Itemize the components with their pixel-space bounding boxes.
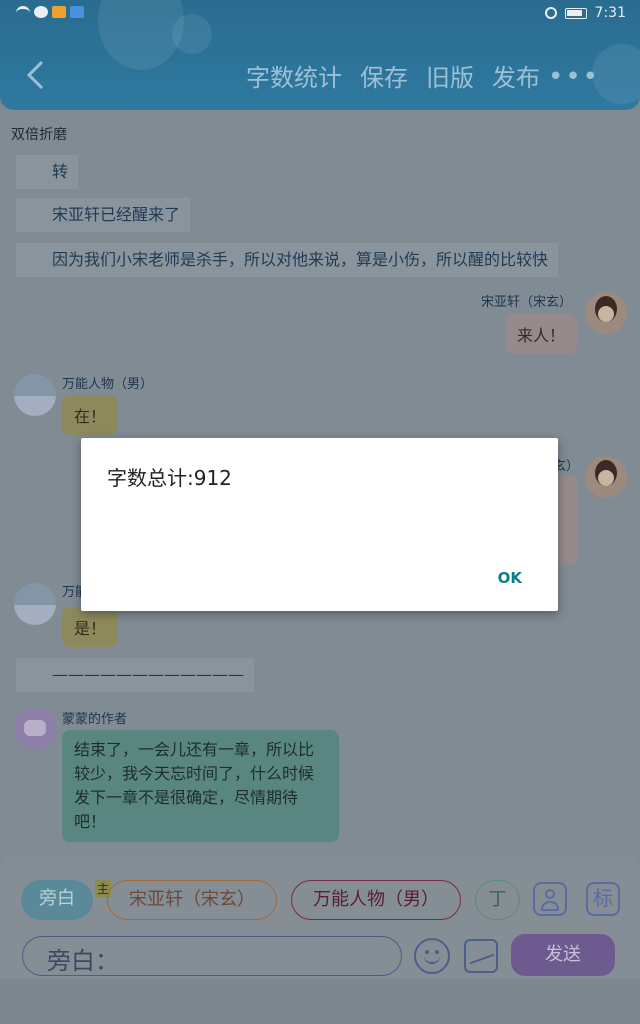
label-icon[interactable]: 标 (586, 882, 620, 916)
avatar[interactable] (14, 583, 56, 625)
search-app-icon (70, 6, 84, 18)
app-header: 7:31 字数统计 保存 旧版 发布 ••• (0, 0, 640, 110)
save-button[interactable]: 保存 (360, 58, 408, 93)
message-bubble[interactable]: 是！ (62, 607, 119, 647)
chip-character-universal[interactable]: 万能人物（男） (291, 880, 461, 920)
wechat-icon (34, 6, 48, 18)
narration-line[interactable]: 因为我们小宋老师是杀手，所以对他来说，算是小伤，所以醒的比较快 (16, 243, 559, 277)
chip-character-ding[interactable]: 丁 (475, 880, 520, 920)
dialog-message: 字数总计:912 (107, 466, 232, 490)
story-title: 双倍折磨 (11, 127, 67, 143)
message-bubble[interactable]: 在！ (62, 395, 119, 435)
author-message[interactable]: 结束了，一会儿还有一章，所以比较少，我今天忘时间了，什么时候发下一章不是很确定，… (62, 730, 339, 842)
chip-narrator[interactable]: 旁白 (21, 880, 93, 920)
image-icon[interactable] (464, 939, 498, 973)
ok-button[interactable]: OK (498, 569, 522, 587)
message-input[interactable]: 旁白： (22, 936, 402, 976)
wifi-icon (16, 6, 30, 18)
speaker-name: 万能人物（男） (62, 377, 154, 392)
emoji-icon[interactable] (414, 938, 450, 974)
battery-icon (564, 7, 587, 19)
author-avatar[interactable] (14, 708, 56, 750)
toolbar: 字数统计 保存 旧版 发布 (246, 58, 540, 93)
narration-line[interactable]: 转 (16, 155, 79, 189)
old-version-button[interactable]: 旧版 (426, 58, 474, 93)
word-count-dialog: 字数总计:912 OK (81, 438, 558, 611)
message-bubble[interactable]: 来人！ (505, 314, 578, 354)
status-time: 7:31 (594, 5, 626, 21)
avatar[interactable] (14, 374, 56, 416)
publish-button[interactable]: 发布 (492, 58, 540, 93)
chip-character-song[interactable]: 宋亚轩（宋玄） (107, 880, 277, 920)
app-icon (52, 6, 66, 18)
send-button[interactable]: 发送 (511, 934, 615, 976)
character-icon[interactable] (533, 882, 567, 916)
speaker-name: 宋亚轩（宋玄） (481, 295, 573, 310)
word-count-button[interactable]: 字数统计 (246, 58, 342, 93)
avatar[interactable] (585, 456, 627, 498)
back-arrow-icon[interactable] (22, 58, 50, 92)
status-bar: 7:31 (0, 0, 640, 28)
more-menu-button[interactable]: ••• (548, 62, 600, 92)
alarm-icon (544, 7, 557, 19)
narration-line[interactable]: 宋亚轩已经醒来了 (16, 198, 191, 232)
avatar[interactable] (585, 292, 627, 334)
system-nav-bar (0, 979, 640, 1024)
narration-divider[interactable]: ———————————— (16, 658, 254, 692)
author-name: 蒙蒙的作者 (62, 712, 128, 727)
